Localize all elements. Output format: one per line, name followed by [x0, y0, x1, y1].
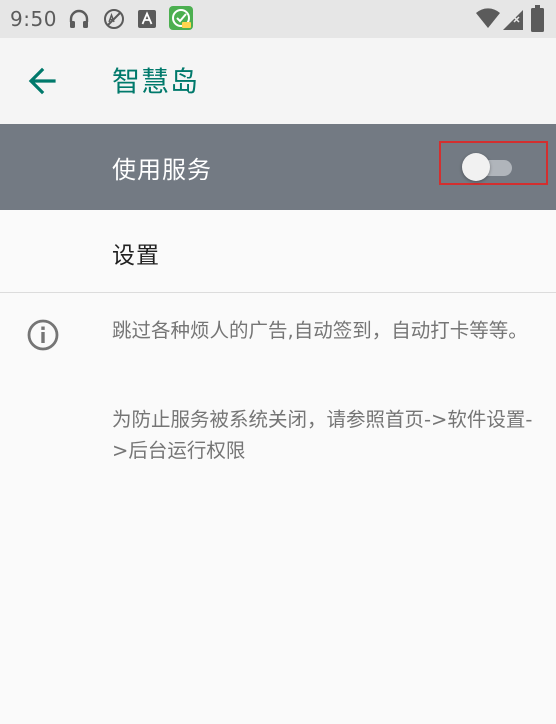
status-time: 9:50 [10, 7, 57, 31]
ad-block-icon [104, 9, 124, 29]
wifi-icon [476, 8, 500, 28]
info-icon [27, 319, 59, 351]
switch-thumb [462, 153, 490, 181]
arrow-back-icon [28, 67, 56, 95]
headset-icon [69, 9, 89, 28]
screen: 9:50 智慧岛 使用服务 设置 跳过各种烦人的广告,自动签到，自动打卡等等。 … [0, 0, 556, 724]
use-service-switch[interactable] [462, 152, 514, 182]
app-notification-icon [169, 6, 193, 30]
battery-icon [531, 5, 544, 32]
use-service-row[interactable]: 使用服务 [0, 124, 556, 210]
info-permission-hint: 为防止服务被系统关闭，请参照首页->软件设置->后台运行权限 [112, 408, 533, 462]
settings-row[interactable]: 设置 [0, 210, 556, 292]
info-description: 跳过各种烦人的广告,自动签到，自动打卡等等。 [112, 319, 528, 342]
divider [0, 292, 556, 293]
status-bar: 9:50 [0, 0, 556, 38]
a-notification-icon [138, 10, 156, 28]
back-button[interactable] [22, 60, 64, 102]
use-service-label: 使用服务 [112, 156, 212, 184]
page-title: 智慧岛 [112, 65, 200, 98]
signal-icon [503, 10, 523, 30]
app-bar: 智慧岛 [0, 38, 556, 124]
settings-label: 设置 [112, 243, 160, 269]
